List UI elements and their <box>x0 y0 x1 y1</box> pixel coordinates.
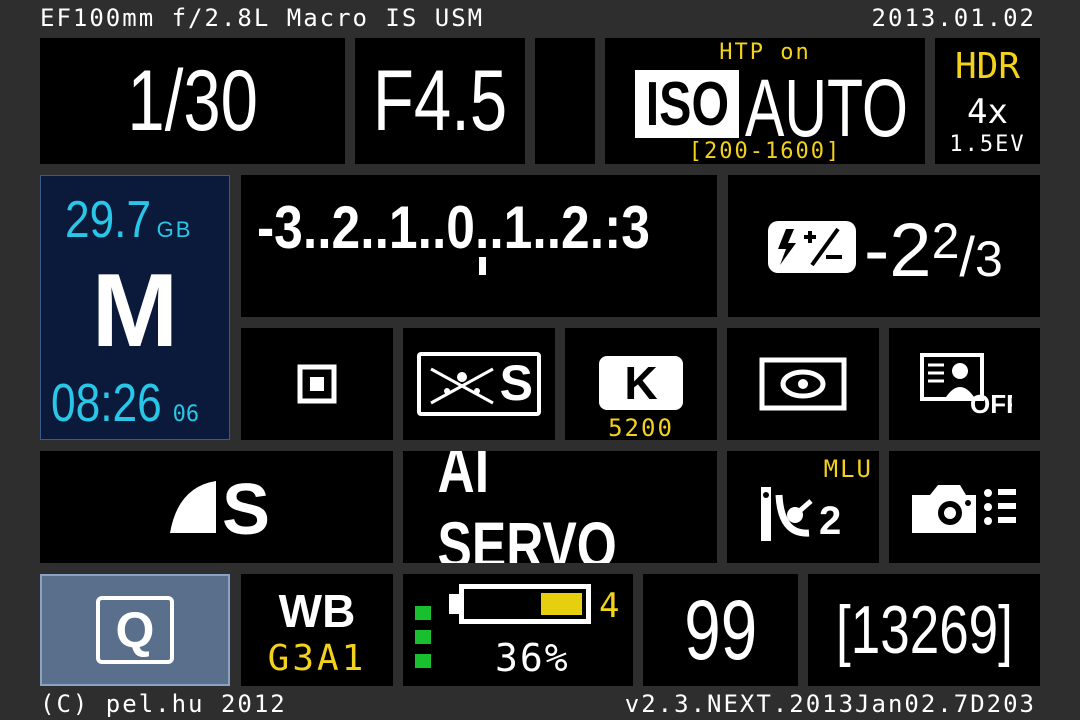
iso-cell[interactable]: HTP on ISO AUTO [200-1600] <box>605 38 925 164</box>
shooting-mode: M <box>91 253 179 369</box>
image-quality-cell[interactable]: S <box>40 451 393 563</box>
wb-shift-cell[interactable]: WB G3A1 <box>241 574 393 686</box>
face-detect-cell[interactable]: OFF <box>889 328 1040 440</box>
mlu-label: MLU <box>823 455 873 483</box>
af-mode-cell[interactable]: AI SERVO <box>403 451 717 563</box>
q-button[interactable]: Q <box>40 574 230 686</box>
hdr-frames: 4x <box>967 92 1008 132</box>
iso-badge: ISO <box>635 69 739 139</box>
quality-icon <box>170 481 216 533</box>
burst-shots: 99 <box>684 582 757 677</box>
hdr-label: HDR <box>954 46 1021 87</box>
flash-comp-whole: -2 <box>864 208 932 293</box>
wb-label: WB <box>278 585 356 637</box>
meter-scale: -3..2..1..0..1..2.:3 <box>257 194 650 261</box>
camera-settings-icon <box>911 485 1016 533</box>
face-detect-off-icon: OFF <box>919 353 1012 417</box>
drive-mode-cell[interactable]: MLU 2 <box>727 451 879 563</box>
blank-cell <box>535 38 595 164</box>
shots-cell[interactable]: 99 <box>643 574 798 686</box>
card-free: 29.7 GB <box>65 190 192 250</box>
q-icon: Q <box>96 596 174 664</box>
q-label: Q <box>115 602 155 658</box>
picture-style-icon: S <box>417 352 541 416</box>
flash-comp-num: 2 <box>931 213 960 269</box>
flash-comp-den: 3 <box>974 231 1003 287</box>
af-point-icon <box>297 364 337 404</box>
clock-seconds: 06 <box>172 402 200 427</box>
meter-indicator <box>479 257 486 275</box>
metering-cell[interactable] <box>727 328 879 440</box>
flash-comp-slash: / <box>959 225 975 288</box>
card-free-unit: GB <box>156 217 193 242</box>
aperture: F4.5 <box>372 52 508 149</box>
shutter-speed: 1/30 <box>127 52 258 149</box>
remaining-cell[interactable]: [13269] <box>808 574 1040 686</box>
aperture-cell[interactable]: F4.5 <box>355 38 525 164</box>
version: v2.3.NEXT.2013Jan02.7D203 <box>624 690 1036 718</box>
af-point-cell[interactable] <box>241 328 393 440</box>
exposure-meter[interactable]: -3..2..1..0..1..2.:3 <box>241 175 717 317</box>
camera-settings-cell[interactable] <box>889 451 1040 563</box>
battery-fill <box>541 593 582 615</box>
flash-comp-cell[interactable]: -22/3 <box>728 175 1040 317</box>
wb-kelvin: 5200 <box>608 414 674 440</box>
battery-bar-3 <box>415 654 431 668</box>
shutter-speed-cell[interactable]: 1/30 <box>40 38 345 164</box>
iso-range: [200-1600] <box>688 139 842 164</box>
battery-icon <box>459 584 591 624</box>
copyright: (C) pel.hu 2012 <box>40 690 287 718</box>
drive-sub: 2 <box>819 499 842 543</box>
iso-label: ISO <box>645 69 729 139</box>
clock-time: 08:26 <box>51 373 162 433</box>
picture-style-letter: S <box>499 355 533 411</box>
battery-cell[interactable]: 4 36% <box>403 574 633 686</box>
battery-bar-1 <box>415 606 431 620</box>
hdr-cell[interactable]: HDR 4x 1.5EV <box>935 38 1040 164</box>
quality-size: S <box>222 470 271 550</box>
metering-icon <box>759 357 847 411</box>
svg-text:OFF: OFF <box>970 389 1012 417</box>
kelvin-letter: K <box>624 357 658 409</box>
battery-bar-2 <box>415 630 431 644</box>
lens-name: EF100mm f/2.8L Macro IS USM <box>40 4 485 32</box>
battery-percent: 36% <box>495 636 570 680</box>
kelvin-icon: K <box>599 356 683 410</box>
picture-style-cell[interactable]: S <box>403 328 555 440</box>
card-free-value: 29.7 <box>65 191 152 249</box>
mode-panel[interactable]: 29.7 GB M 08:26 06 <box>40 175 230 440</box>
battery-terminal <box>449 594 459 614</box>
date: 2013.01.02 <box>871 4 1036 32</box>
af-mode: AI SERVO <box>437 451 617 563</box>
hdr-ev: 1.5EV <box>949 132 1026 157</box>
flash-comp-icon <box>768 221 856 273</box>
wb-kelvin-cell[interactable]: K 5200 <box>565 328 717 440</box>
flash-comp-value: -22/3 <box>864 207 1003 294</box>
shots-remaining: [13269] <box>835 592 1013 668</box>
clock: 08:26 06 <box>51 372 199 434</box>
battery-count: 4 <box>599 586 620 626</box>
wb-shift: G3A1 <box>267 638 367 679</box>
